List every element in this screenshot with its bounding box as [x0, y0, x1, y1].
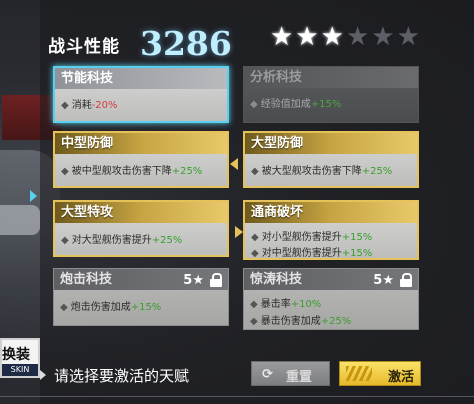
talent-effect: ◆ 经验值加成+15%	[250, 99, 342, 110]
skin-sublabel: SKIN	[2, 364, 38, 376]
skin-label: 换装	[2, 347, 30, 363]
skin-change-button[interactable]: 换装 SKIN	[0, 338, 40, 378]
power-value: 3286	[140, 24, 232, 63]
talent-title: 节能科技	[55, 68, 227, 89]
talent-effect: ◆ 暴击伤害加成+25%	[250, 316, 352, 327]
star-filled-icon: ★	[295, 22, 319, 52]
star-requirement: 5★	[183, 273, 204, 288]
talent-title: 通商破坏	[245, 202, 417, 223]
ship-turret	[0, 205, 40, 235]
talent-effect: ◆ 被大型舰攻击伤害下降+25%	[251, 166, 393, 177]
talent-effect: ◆ 消耗-20%	[61, 100, 118, 111]
link-arrow-icon	[235, 226, 243, 238]
chevron-right-icon	[30, 190, 37, 202]
talent-effect: ◆ 炮击伤害加成+15%	[60, 302, 162, 313]
talent-title: 大型防御	[245, 133, 417, 154]
talent-effect: ◆ 对小型舰伤害提升+15%	[251, 232, 373, 243]
talent-title: 中型防御	[55, 133, 227, 154]
activate-button[interactable]: 激活	[339, 361, 421, 386]
reset-button[interactable]: ⟳ 重置	[251, 361, 330, 386]
talent-effect: ◆ 对中型舰伤害提升+15%	[251, 248, 373, 259]
triangle-bullet-icon	[40, 370, 46, 380]
talent-card-storm[interactable]: 惊涛科技 5★ ◆ 暴击率+10% ◆ 暴击伤害加成+25%	[243, 268, 419, 330]
power-label: 战斗性能	[48, 37, 120, 57]
talent-card-cannon[interactable]: 炮击科技 5★ ◆ 炮击伤害加成+15%	[53, 268, 229, 326]
star-empty-icon: ★	[371, 22, 395, 52]
lock-icon	[210, 273, 222, 287]
star-empty-icon: ★	[345, 22, 370, 52]
talent-effect: ◆ 对大型舰伤害提升+25%	[61, 235, 183, 246]
stripe-decoration	[346, 366, 372, 381]
activate-label: 激活	[388, 370, 415, 385]
talent-card-large-attack[interactable]: 大型特攻 ◆ 对大型舰伤害提升+25%	[53, 200, 229, 257]
talent-card-energy[interactable]: 节能科技 ◆ 消耗-20%	[53, 66, 229, 123]
talent-effect: ◆ 暴击率+10%	[250, 299, 322, 310]
star-filled-icon: ★	[270, 22, 294, 52]
lock-icon	[400, 273, 412, 287]
divider	[0, 396, 474, 397]
talent-card-analysis[interactable]: 分析科技 ◆ 经验值加成+15%	[243, 66, 419, 123]
talent-card-commerce-raid[interactable]: 通商破坏 ◆ 对小型舰伤害提升+15% ◆ 对中型舰伤害提升+15%	[243, 200, 419, 260]
talent-card-mid-defense[interactable]: 中型防御 ◆ 被中型舰攻击伤害下降+25%	[53, 131, 229, 188]
talent-title: 分析科技	[244, 67, 418, 88]
refresh-icon: ⟳	[262, 367, 273, 382]
talent-card-large-defense[interactable]: 大型防御 ◆ 被大型舰攻击伤害下降+25%	[243, 131, 419, 188]
talent-effect: ◆ 被中型舰攻击伤害下降+25%	[61, 166, 203, 177]
talent-title: 大型特攻	[55, 202, 227, 223]
star-requirement: 5★	[373, 273, 394, 288]
link-arrow-icon	[230, 158, 238, 170]
star-filled-icon: ★	[320, 22, 344, 52]
star-empty-icon: ★	[396, 22, 420, 52]
hint-text: 请选择要激活的天赋	[54, 367, 190, 385]
star-rating: ★ ★ ★ ★ ★ ★	[270, 24, 420, 50]
reset-label: 重置	[286, 370, 313, 385]
